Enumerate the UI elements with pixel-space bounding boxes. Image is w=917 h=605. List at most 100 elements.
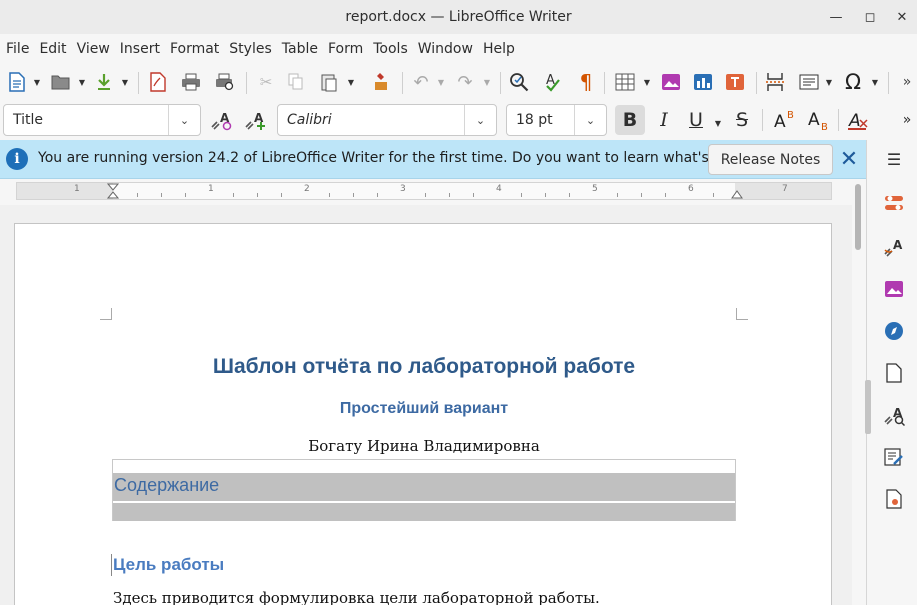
field-dropdown-arrow[interactable]: ▼ <box>824 70 834 94</box>
new-dropdown-arrow[interactable]: ▼ <box>32 70 42 94</box>
more-toolbar-icon[interactable]: » <box>898 70 916 94</box>
heading-goal[interactable]: Цель работы <box>113 555 224 575</box>
ruler-number: 1 <box>74 184 80 194</box>
menu-form[interactable]: Form <box>326 41 371 57</box>
page-icon[interactable] <box>883 362 905 384</box>
document-canvas[interactable]: Шаблон отчёта по лабораторной работе Про… <box>0 205 852 605</box>
redo-dropdown-arrow[interactable]: ▼ <box>482 70 492 94</box>
gallery-icon[interactable] <box>883 278 905 300</box>
print-preview-icon[interactable] <box>214 70 236 94</box>
toc-heading[interactable]: Содержание <box>114 475 219 496</box>
insert-field-icon[interactable] <box>798 70 820 94</box>
paragraph-goal[interactable]: Здесь приводится формулировка цели лабор… <box>113 589 600 605</box>
menu-styles[interactable]: Styles <box>227 41 279 57</box>
document-title[interactable]: Шаблон отчёта по лабораторной работе <box>15 355 831 379</box>
ruler-tick <box>449 193 450 197</box>
separator <box>138 72 139 94</box>
print-icon[interactable] <box>180 70 202 94</box>
open-dropdown-arrow[interactable]: ▼ <box>77 70 87 94</box>
underline-icon[interactable]: U <box>681 105 711 135</box>
menu-tools[interactable]: Tools <box>371 41 416 57</box>
update-style-icon[interactable]: A <box>206 105 236 135</box>
release-notes-button[interactable]: Release Notes <box>708 144 833 175</box>
clear-formatting-icon[interactable]: A <box>843 105 873 135</box>
menu-edit[interactable]: Edit <box>37 41 74 57</box>
menu-format[interactable]: Format <box>168 41 227 57</box>
paragraph-style-combo[interactable]: Title ⌄ <box>3 104 201 136</box>
copy-icon[interactable] <box>286 70 306 94</box>
superscript-icon[interactable]: AB <box>770 105 800 135</box>
chevron-down-icon[interactable]: ⌄ <box>168 105 200 135</box>
document-page[interactable]: Шаблон отчёта по лабораторной работе Про… <box>14 223 832 605</box>
style-inspector-icon[interactable]: A <box>883 404 905 426</box>
manage-changes-icon[interactable] <box>883 446 905 468</box>
right-indent-marker[interactable] <box>731 189 743 199</box>
insert-textbox-icon[interactable] <box>724 70 746 94</box>
cut-icon[interactable]: ✂ <box>256 70 276 94</box>
sidebar-resize-handle[interactable] <box>865 380 871 434</box>
ruler-tick <box>161 193 162 197</box>
export-pdf-icon[interactable] <box>148 70 168 94</box>
design-icon[interactable] <box>883 488 905 510</box>
menu-file[interactable]: File <box>4 41 37 57</box>
close-window-icon[interactable]: ✕ <box>884 0 917 34</box>
menu-view[interactable]: View <box>75 41 118 57</box>
close-icon[interactable]: ✕ <box>838 147 860 172</box>
vertical-scrollbar[interactable] <box>852 182 866 605</box>
ruler-number: 7 <box>782 184 788 194</box>
subscript-icon[interactable]: AB <box>804 105 834 135</box>
title-bar: report.docx — LibreOffice Writer <box>0 0 917 34</box>
clone-formatting-icon[interactable] <box>370 70 392 94</box>
chevron-down-icon[interactable]: ⌄ <box>574 105 606 135</box>
sidebar-menu-icon[interactable]: ☰ <box>883 148 905 170</box>
horizontal-ruler[interactable]: 1 1 2 3 4 5 6 7 <box>16 182 832 200</box>
scrollbar-thumb[interactable] <box>855 184 861 250</box>
insert-table-icon[interactable] <box>614 70 636 94</box>
paste-dropdown-arrow[interactable]: ▼ <box>346 70 356 94</box>
menu-table[interactable]: Table <box>280 41 326 57</box>
underline-dropdown-arrow[interactable]: ▼ <box>713 111 723 135</box>
undo-dropdown-arrow[interactable]: ▼ <box>436 70 446 94</box>
table-dropdown-arrow[interactable]: ▼ <box>642 70 652 94</box>
ruler-tick <box>545 193 546 197</box>
formatting-marks-icon[interactable]: ¶ <box>576 70 596 94</box>
undo-icon[interactable]: ↶ <box>410 70 432 94</box>
redo-icon[interactable]: ↷ <box>454 70 476 94</box>
insert-page-break-icon[interactable] <box>764 70 786 94</box>
insert-image-icon[interactable] <box>660 70 682 94</box>
new-style-icon[interactable]: A <box>240 105 270 135</box>
menu-help[interactable]: Help <box>481 41 523 57</box>
new-document-icon[interactable] <box>6 70 28 94</box>
save-icon[interactable] <box>94 70 114 94</box>
insert-chart-icon[interactable] <box>692 70 714 94</box>
find-replace-icon[interactable] <box>508 70 530 94</box>
font-name-combo[interactable]: Calibri ⌄ <box>277 104 497 136</box>
ruler-tick <box>617 193 618 197</box>
minimize-icon[interactable]: — <box>818 0 854 34</box>
document-subtitle[interactable]: Простейший вариант <box>15 400 831 418</box>
left-indent-marker[interactable] <box>107 183 119 199</box>
styles-icon[interactable]: A <box>883 236 905 258</box>
navigator-icon[interactable] <box>883 320 905 342</box>
table-of-contents[interactable]: Содержание <box>112 459 736 521</box>
document-author[interactable]: Богату Ирина Владимировна <box>15 437 831 455</box>
spelling-icon[interactable]: A <box>542 70 564 94</box>
menu-insert[interactable]: Insert <box>118 41 168 57</box>
save-dropdown-arrow[interactable]: ▼ <box>120 70 130 94</box>
paste-icon[interactable] <box>318 70 340 94</box>
infobar: i You are running version 24.2 of LibreO… <box>0 140 866 179</box>
more-formatting-icon[interactable]: » <box>898 105 916 135</box>
special-character-dropdown-arrow[interactable]: ▼ <box>870 70 880 94</box>
maximize-icon[interactable]: ◻ <box>852 0 888 34</box>
bold-icon[interactable]: B <box>615 105 645 135</box>
menu-window[interactable]: Window <box>416 41 481 57</box>
properties-icon[interactable] <box>883 192 905 214</box>
ruler-number: 6 <box>688 184 694 194</box>
open-folder-icon[interactable] <box>50 70 72 94</box>
italic-icon[interactable]: I <box>649 105 679 135</box>
strikethrough-icon[interactable]: S <box>727 105 757 135</box>
font-size-combo[interactable]: 18 pt ⌄ <box>506 104 607 136</box>
special-character-icon[interactable]: Ω <box>842 70 864 94</box>
chevron-down-icon[interactable]: ⌄ <box>464 105 496 135</box>
font-size-value: 18 pt <box>516 112 553 128</box>
